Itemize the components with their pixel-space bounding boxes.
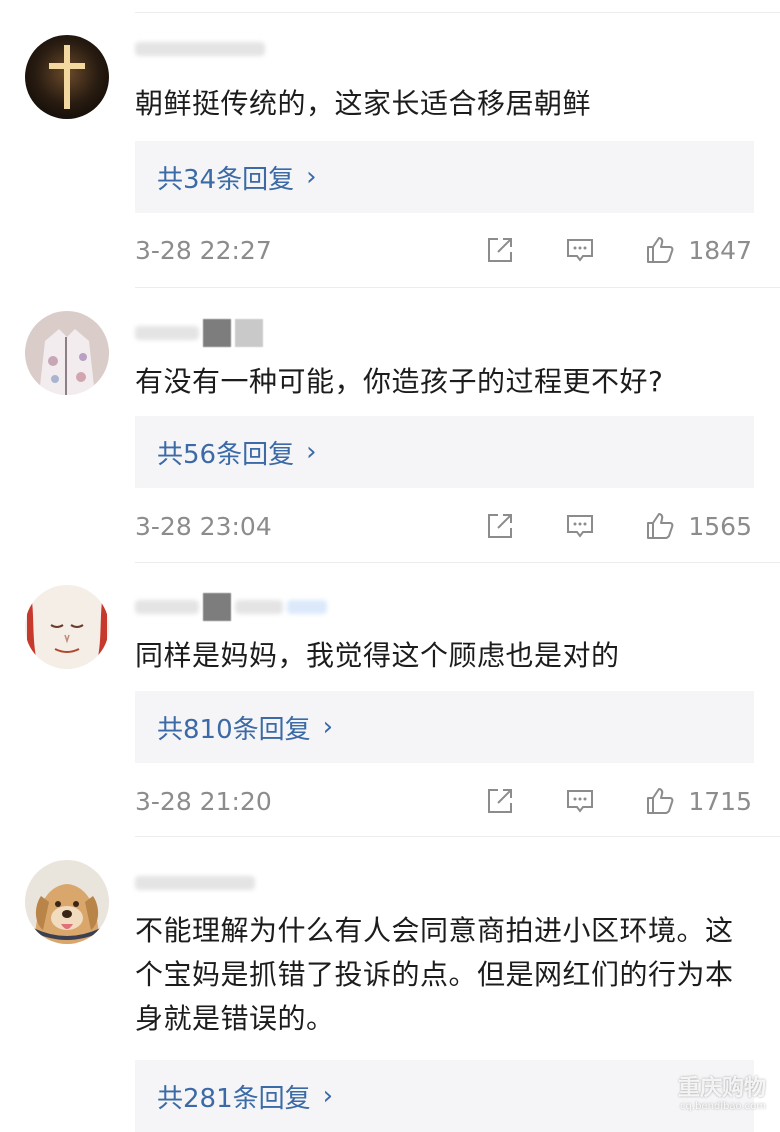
chevron-right-icon: › xyxy=(306,437,317,467)
watermark: 重庆购物 cq.bendibao.com xyxy=(678,1077,766,1113)
user-avatar[interactable] xyxy=(25,860,109,944)
comment-icon[interactable] xyxy=(564,785,596,817)
divider xyxy=(135,562,780,563)
like-count: 1565 xyxy=(688,511,752,541)
comment-text: 不能理解为什么有人会同意商拍进小区环境。这个宝妈是抓错了投诉的点。但是网红们的行… xyxy=(135,914,734,1035)
divider xyxy=(135,836,780,837)
clothing-photo-avatar-icon xyxy=(25,311,109,395)
view-replies-button[interactable]: 共810条回复 › xyxy=(135,691,754,763)
divider xyxy=(135,287,780,288)
view-replies-button[interactable]: 共34条回复 › xyxy=(135,141,754,213)
comment-footer: 3-28 22:27 1847 xyxy=(135,230,752,270)
share-icon[interactable] xyxy=(484,234,516,266)
cartoon-face-avatar-icon xyxy=(25,585,109,669)
username-redacted xyxy=(135,38,265,60)
chevron-right-icon: › xyxy=(322,712,334,742)
username-redacted xyxy=(135,872,255,894)
user-avatar[interactable] xyxy=(25,311,109,395)
comment-timestamp: 3-28 22:27 xyxy=(135,235,272,265)
chevron-right-icon: › xyxy=(322,1081,334,1111)
comment-footer: 3-28 21:20 1715 xyxy=(135,781,752,821)
reply-count-label: 共810条回复 xyxy=(157,714,311,745)
reply-count-label: 共34条回复 xyxy=(157,164,295,195)
chevron-right-icon: › xyxy=(306,162,317,192)
comment-text: 朝鲜挺传统的，这家长适合移居朝鲜 xyxy=(135,87,592,120)
view-replies-button[interactable]: 共281条回复 › xyxy=(135,1060,754,1132)
reply-count-label: 共281条回复 xyxy=(157,1083,311,1114)
thumbs-up-icon[interactable] xyxy=(644,510,676,542)
user-avatar[interactable] xyxy=(25,585,109,669)
watermark-title: 重庆购物 xyxy=(677,1076,766,1101)
dog-photo-avatar-icon xyxy=(25,860,109,944)
share-icon[interactable] xyxy=(484,510,516,542)
comment-text: 有没有一种可能，你造孩子的过程更不好? xyxy=(135,365,664,398)
view-replies-button[interactable]: 共56条回复 › xyxy=(135,416,754,488)
like-count: 1847 xyxy=(688,235,752,265)
thumbs-up-icon[interactable] xyxy=(644,234,676,266)
user-avatar[interactable] xyxy=(25,35,109,119)
top-divider xyxy=(135,12,780,13)
cross-photo-avatar-icon xyxy=(25,35,109,119)
comment-footer: 3-28 23:04 1565 xyxy=(135,506,752,546)
watermark-url: cq.bendibao.com xyxy=(680,1101,766,1112)
thumbs-up-icon[interactable] xyxy=(644,785,676,817)
comment-timestamp: 3-28 23:04 xyxy=(135,511,272,541)
comment-timestamp: 3-28 21:20 xyxy=(135,786,272,816)
share-icon[interactable] xyxy=(484,785,516,817)
comment-icon[interactable] xyxy=(564,234,596,266)
username-redacted xyxy=(135,319,263,347)
comment-text: 同样是妈妈，我觉得这个顾虑也是对的 xyxy=(135,639,620,672)
reply-count-label: 共56条回复 xyxy=(157,439,295,470)
username-redacted xyxy=(135,593,327,621)
like-count: 1715 xyxy=(688,786,752,816)
comment-icon[interactable] xyxy=(564,510,596,542)
